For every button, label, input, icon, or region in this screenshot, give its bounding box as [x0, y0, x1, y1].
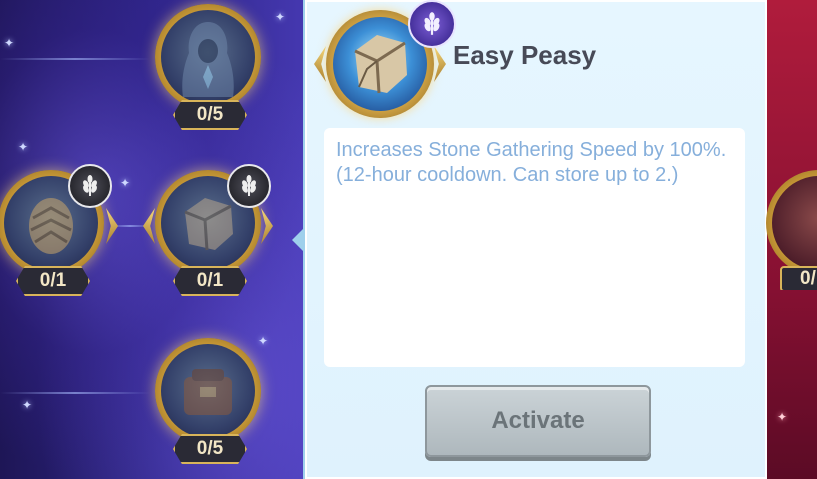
talent-node-hooded-figure[interactable]: 0/5	[155, 4, 265, 144]
node-frame	[766, 170, 817, 276]
node-level-counter: 0/	[780, 266, 817, 290]
activate-button[interactable]: Activate	[425, 385, 651, 457]
sparkle-icon: ✦	[275, 10, 286, 24]
skill-description: Increases Stone Gathering Speed by 100%.	[336, 139, 727, 161]
skill-cooldown-note: (12-hour cooldown. Can store up to 2.)	[336, 164, 679, 186]
game-screen: ✦ ✦ ✦ ✦ ✦ ✦ 0/5 0/1 0/1 0/5 Easy Peasy I…	[0, 0, 817, 479]
node-portrait	[161, 344, 255, 438]
talent-node-backpack[interactable]: 0/5	[155, 338, 265, 478]
node-portrait	[772, 176, 817, 270]
wheat-icon	[83, 175, 97, 196]
sparkle-icon: ✦	[120, 176, 131, 190]
node-frame	[155, 338, 261, 444]
skill-title: Easy Peasy	[453, 40, 597, 70]
node-portrait	[161, 10, 255, 104]
node-badge	[68, 164, 112, 208]
node-badge	[227, 164, 271, 208]
talent-node-pinecone[interactable]: 0/1	[0, 164, 108, 310]
node-frame	[155, 4, 261, 110]
backpack-icon	[184, 369, 232, 415]
sparkle-icon: ✦	[18, 140, 29, 154]
node-level-counter: 0/1	[173, 266, 247, 296]
tree-link-line	[0, 58, 150, 60]
wheat-icon	[242, 175, 256, 196]
sparkle-icon: ✦	[22, 398, 33, 412]
node-level-counter: 0/5	[173, 434, 247, 464]
stone-chunk-icon	[354, 35, 407, 94]
sparkle-icon: ✦	[777, 410, 788, 424]
node-level-counter: 0/5	[173, 100, 247, 130]
hooded-figure-icon	[182, 22, 234, 97]
node-level-counter: 0/1	[16, 266, 90, 296]
skill-type-badge	[408, 0, 456, 48]
tree-link-line	[0, 392, 150, 394]
skill-description-box: Increases Stone Gathering Speed by 100%.…	[324, 128, 745, 367]
talent-node-stone[interactable]: 0/1	[143, 164, 265, 310]
talent-node-partial[interactable]: 0/	[766, 170, 817, 290]
wheat-icon	[424, 12, 440, 35]
sparkle-icon: ✦	[4, 36, 15, 50]
